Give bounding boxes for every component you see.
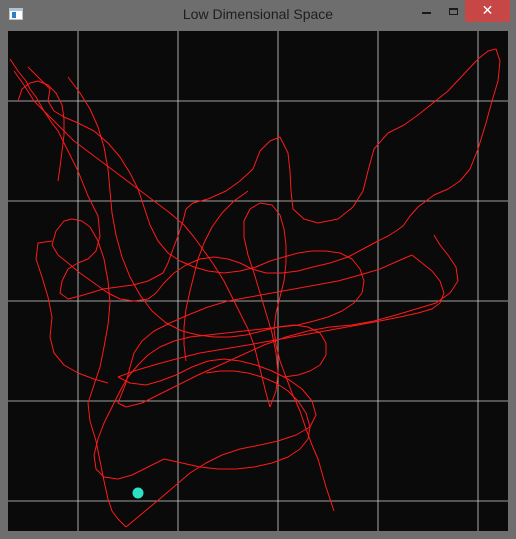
trajectory-segment [93,320,315,480]
close-icon: ✕ [481,3,494,19]
trajectory-segment [17,80,65,182]
trajectory-segment [291,392,335,512]
trajectory-segment [141,234,459,404]
current-point-marker [132,487,144,499]
plot-canvas[interactable] [8,31,508,531]
minimize-icon [421,12,431,14]
trajectory-segment [163,370,311,470]
app-window: Low Dimensional Space ✕ [0,0,516,539]
trajectory [9,48,501,528]
trajectory-plot [8,31,508,531]
trajectory-segment [117,254,413,408]
trajectory-segment [87,226,127,528]
maximize-icon [448,7,458,15]
close-button[interactable]: ✕ [465,0,510,22]
trajectory-segment [35,240,109,384]
trajectory-segment [117,358,317,528]
title-bar[interactable]: Low Dimensional Space ✕ [0,0,516,30]
trajectory-segment [13,70,271,408]
grid-lines [8,31,508,531]
trajectory-segment [67,76,247,338]
trajectory-segment [9,48,501,300]
